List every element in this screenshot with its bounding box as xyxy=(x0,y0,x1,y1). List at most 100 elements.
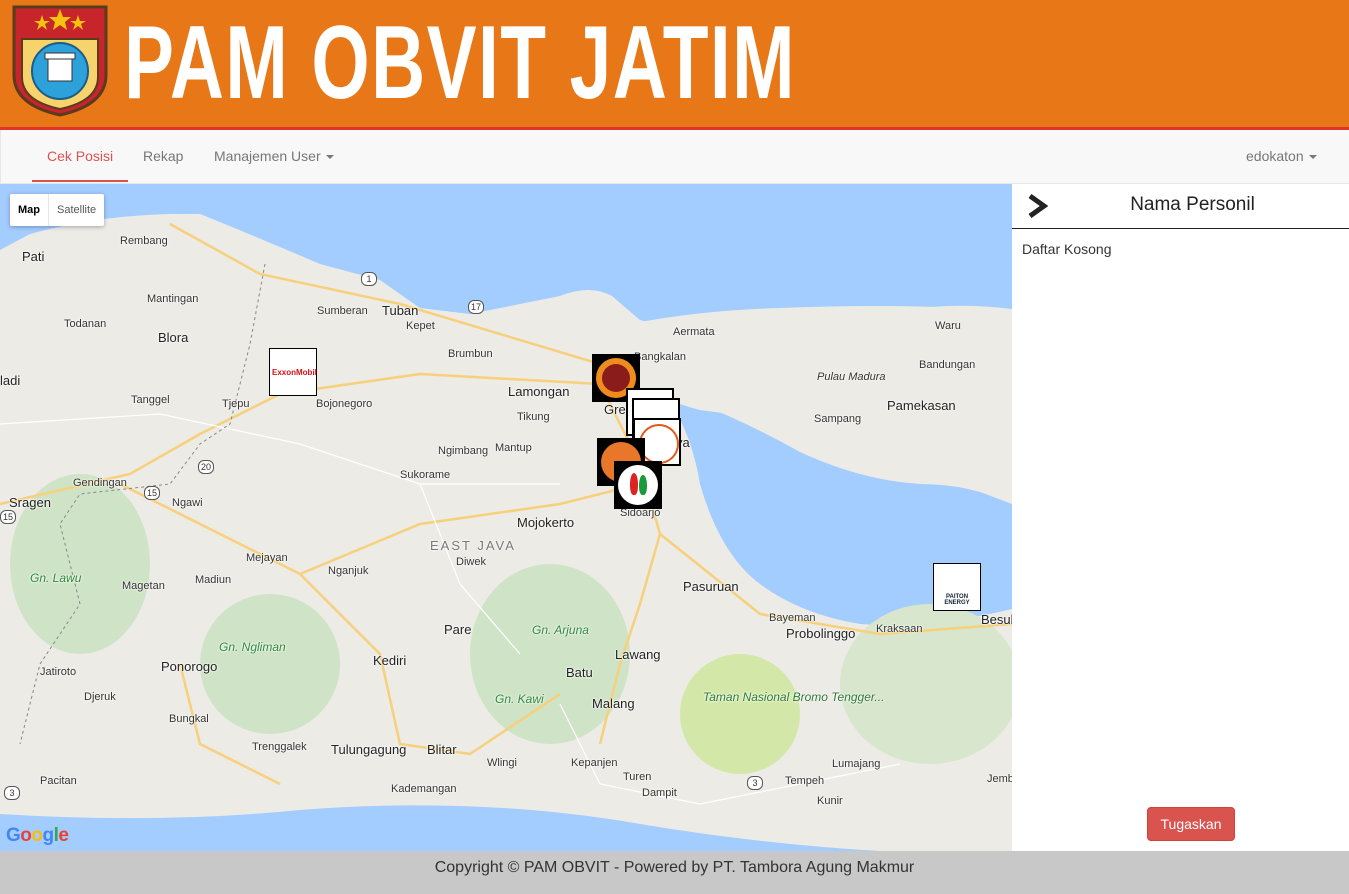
marker-exxonmobil-label: ExxonMobil xyxy=(272,368,317,377)
map-label: Mojokerto xyxy=(517,515,575,530)
user-menu[interactable]: edokaton xyxy=(1231,130,1332,182)
user-name: edokaton xyxy=(1246,148,1304,164)
nav-manajemen-user-label: Manajemen User xyxy=(214,148,321,164)
arrow-logo-icon xyxy=(639,424,679,464)
map-label: Tempeh xyxy=(785,775,825,787)
map-label: Batu xyxy=(566,665,593,680)
map-label: Gre xyxy=(604,402,626,417)
map-label: Waru xyxy=(935,320,961,332)
map-label: Besul xyxy=(981,612,1012,627)
map-label: Probolinggo xyxy=(786,626,856,641)
nav-manajemen-user[interactable]: Manajemen User xyxy=(199,130,349,182)
map-label: Tikung xyxy=(517,411,550,423)
map-label: Ponorogo xyxy=(161,659,218,674)
map-label: Nganjuk xyxy=(328,565,369,577)
map-label: Ngimbang xyxy=(438,445,489,457)
map-label: Magetan xyxy=(122,580,165,592)
map-label: Diwek xyxy=(456,556,486,568)
map-label: Lamongan xyxy=(508,384,570,399)
map-label: Todanan xyxy=(64,318,107,330)
road-shield: 20 xyxy=(198,460,214,474)
nav-rekap[interactable]: Rekap xyxy=(128,130,198,182)
map-label: Aermata xyxy=(673,326,715,338)
header-banner: PAM OBVIT JATIM xyxy=(0,0,1349,130)
assign-button[interactable]: Tugaskan xyxy=(1147,807,1235,841)
map-label: Gn. Ngliman xyxy=(219,640,286,654)
map-label: ladi xyxy=(0,373,21,388)
map-label: Malang xyxy=(592,696,635,711)
pertamina-flame-green xyxy=(639,475,647,495)
map-label: Gendingan xyxy=(73,477,127,489)
map-canvas[interactable] xyxy=(0,184,1012,851)
pertamina-logo-icon xyxy=(618,465,658,505)
map-label: Bangkalan xyxy=(634,351,686,363)
panel-title: Nama Personil xyxy=(1130,194,1255,215)
road-shield: 15 xyxy=(144,486,160,500)
road-shield: 3 xyxy=(747,776,763,790)
road-shield: 17 xyxy=(468,300,484,314)
map-label: Blitar xyxy=(427,742,457,757)
map-label: Sukorame xyxy=(400,469,451,481)
map-label: Pati xyxy=(22,249,45,264)
map-label: Tjepu xyxy=(222,398,250,410)
map-label: Mantup xyxy=(495,442,532,454)
map-label: Madiun xyxy=(195,574,232,586)
nav-cek-posisi[interactable]: Cek Posisi xyxy=(32,130,129,182)
map-type-control: Map Satellite xyxy=(10,194,105,226)
road-shield: 3 xyxy=(4,786,20,800)
map-label: Trenggalek xyxy=(252,741,307,753)
map-label: Mantingan xyxy=(147,293,199,305)
marker-paiton-label: PAITON ENERGY xyxy=(944,594,970,606)
map-label: Kepet xyxy=(406,320,435,332)
marker-pertamina[interactable] xyxy=(614,461,662,509)
map-label: Turen xyxy=(623,771,652,783)
chevron-down-icon xyxy=(1308,155,1317,160)
marker-paiton-energy[interactable]: PAITON ENERGY xyxy=(933,563,981,611)
map-label: Sampang xyxy=(814,413,862,425)
panel-header: Nama Personil xyxy=(1012,184,1349,229)
map-label: Gn. Kawi xyxy=(495,692,544,706)
police-emblem-icon xyxy=(12,5,108,117)
map-label: Rembang xyxy=(120,235,168,247)
map-label: Tanggel xyxy=(131,394,170,406)
map-label: Kunir xyxy=(817,795,843,807)
map-label: Wlingi xyxy=(487,757,517,769)
map-label: Bandungan xyxy=(919,359,976,371)
map-type-map-button[interactable]: Map xyxy=(10,194,49,226)
map-label: Jemb xyxy=(987,773,1012,785)
map-label: Bojonegoro xyxy=(316,398,373,410)
marker-exxonmobil[interactable]: ExxonMobil xyxy=(269,348,317,396)
app-title: PAM OBVIT JATIM xyxy=(124,5,796,121)
map-label: Lumajang xyxy=(832,758,881,770)
map-label: Pulau Madura xyxy=(817,371,886,383)
google-logo[interactable]: Google xyxy=(6,825,69,847)
map-label: Taman Nasional Bromo Tengger... xyxy=(703,690,884,704)
navbar: Cek Posisi Rekap Manajemen User edokaton xyxy=(0,130,1349,184)
personnel-empty-message: Daftar Kosong xyxy=(1022,241,1112,257)
map-label: Kepanjen xyxy=(571,757,618,769)
map-label: Kraksaan xyxy=(876,623,923,635)
map-label: Ngawi xyxy=(172,497,203,509)
map-label: Kediri xyxy=(373,653,407,668)
map-label: Tuban xyxy=(382,303,419,318)
map-label: Pare xyxy=(444,622,472,637)
map-type-satellite-button[interactable]: Satellite xyxy=(49,194,104,226)
map-label: Bungkal xyxy=(169,713,209,725)
map-label: Mejayan xyxy=(246,552,288,564)
footer: Copyright © PAM OBVIT - Powered by PT. T… xyxy=(0,851,1349,894)
map-label: Kademangan xyxy=(391,783,457,795)
chevron-down-icon xyxy=(325,155,334,160)
map-label: Gn. Lawu xyxy=(30,571,82,585)
map-label: Lawang xyxy=(615,647,661,662)
personnel-panel: Nama Personil Daftar Kosong Tugaskan xyxy=(1012,184,1349,851)
map-label: Jatiroto xyxy=(40,666,77,678)
map-label: Blora xyxy=(158,330,189,345)
map-label: Dampit xyxy=(642,787,677,799)
pertamina-flame-red xyxy=(630,473,638,495)
map-label: EAST JAVA xyxy=(430,538,516,553)
map-label: Tulungagung xyxy=(331,742,407,757)
map-view[interactable]: Map Satellite Rembang Pati Mantingan Sum… xyxy=(0,184,1012,851)
map-label: Sragen xyxy=(9,495,51,510)
map-label: Pasuruan xyxy=(683,579,739,594)
map-label: Pacitan xyxy=(40,775,77,787)
